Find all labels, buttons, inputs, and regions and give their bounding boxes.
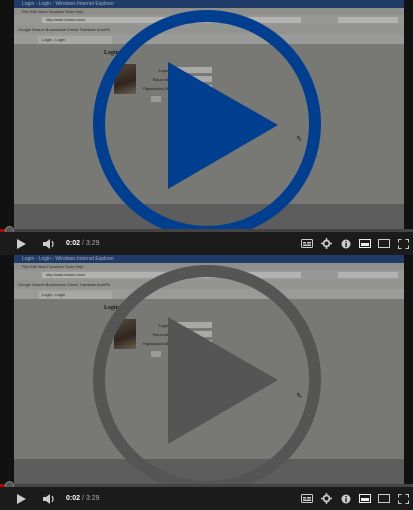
info-icon [341, 494, 351, 503]
control-bar: 0:02 / 3:29 [0, 232, 413, 255]
video-player: Login - Login - Windows Internet Explore… [0, 0, 413, 255]
miniplayer-icon [359, 239, 371, 248]
volume-button[interactable] [38, 487, 60, 510]
big-play-button[interactable] [0, 0, 413, 230]
play-button[interactable] [10, 487, 32, 510]
video-frame[interactable]: Login - Login - Windows Internet Explore… [0, 255, 413, 485]
settings-button[interactable] [317, 232, 335, 255]
volume-icon [43, 238, 54, 249]
settings-button[interactable] [317, 487, 335, 510]
fullscreen-button[interactable] [394, 487, 412, 510]
subtitles-button[interactable] [298, 487, 316, 510]
play-icon [16, 238, 26, 249]
subtitles-icon [301, 239, 313, 248]
video-player: Login - Login - Windows Internet Explore… [0, 255, 413, 510]
theater-icon [378, 239, 390, 248]
miniplayer-button[interactable] [356, 232, 374, 255]
video-frame[interactable]: Login - Login - Windows Internet Explore… [0, 0, 413, 230]
fullscreen-icon [397, 238, 409, 249]
time-display: 0:02 / 3:29 [66, 487, 99, 510]
theater-icon [378, 494, 390, 503]
time-current: 0:02 [66, 495, 81, 502]
play-icon [168, 317, 278, 444]
play-icon [168, 62, 278, 189]
big-play-button[interactable] [0, 255, 413, 485]
time-display: 0:02 / 3:29 [66, 232, 99, 255]
gear-icon [320, 238, 332, 249]
play-button[interactable] [10, 232, 32, 255]
miniplayer-icon [359, 494, 371, 503]
volume-button[interactable] [38, 232, 60, 255]
time-duration: 3:29 [85, 240, 100, 247]
control-bar: 0:02 / 3:29 [0, 487, 413, 510]
time-duration: 3:29 [85, 495, 100, 502]
info-button[interactable] [337, 232, 355, 255]
fullscreen-icon [397, 493, 409, 504]
volume-icon [43, 493, 54, 504]
info-icon [341, 239, 351, 248]
info-button[interactable] [337, 487, 355, 510]
theater-button[interactable] [375, 487, 393, 510]
time-current: 0:02 [66, 240, 81, 247]
subtitles-button[interactable] [298, 232, 316, 255]
gear-icon [320, 493, 332, 504]
subtitles-icon [301, 494, 313, 503]
play-icon [16, 493, 26, 504]
fullscreen-button[interactable] [394, 232, 412, 255]
theater-button[interactable] [375, 232, 393, 255]
miniplayer-button[interactable] [356, 487, 374, 510]
